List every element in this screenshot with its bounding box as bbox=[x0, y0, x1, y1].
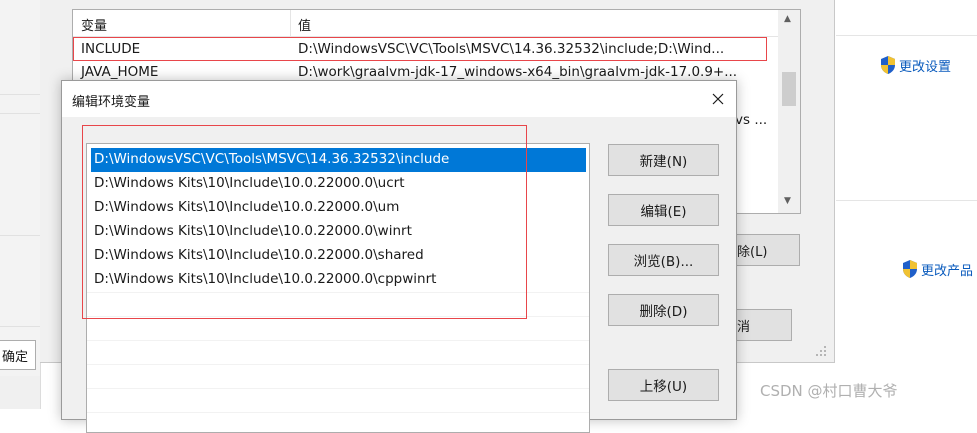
variable-value: D:\work\graalvm-jdk-17_windows-x64_bin\g… bbox=[298, 64, 738, 80]
path-entry-text: D:\Windows Kits\10\Include\10.0.22000.0\… bbox=[94, 223, 412, 239]
uac-shield-icon bbox=[903, 260, 917, 278]
path-entry[interactable]: D:\Windows Kits\10\Include\10.0.22000.0\… bbox=[91, 220, 586, 244]
change-settings-link[interactable]: 更改设置 bbox=[879, 55, 951, 75]
new-label: 新建(N) bbox=[639, 154, 688, 170]
path-entry-text: D:\Windows Kits\10\Include\10.0.22000.0\… bbox=[94, 271, 437, 287]
variable-name: INCLUDE bbox=[81, 41, 141, 57]
path-entry[interactable]: D:\WindowsVSC\VC\Tools\MSVC\14.36.32532\… bbox=[91, 148, 586, 172]
variables-scrollbar[interactable]: ▲ ▼ bbox=[778, 10, 800, 213]
watermark: CSDN @村口曹大爷 bbox=[760, 382, 898, 400]
scroll-down-icon[interactable]: ▼ bbox=[784, 196, 791, 206]
dialog-title: 编辑环境变量 bbox=[72, 95, 151, 110]
cancel-label: 消 bbox=[737, 319, 751, 335]
row-divider bbox=[87, 316, 589, 317]
variable-value: vs ... bbox=[735, 112, 768, 128]
path-entry[interactable]: D:\Windows Kits\10\Include\10.0.22000.0\… bbox=[91, 196, 586, 220]
scrollbar-thumb[interactable] bbox=[782, 72, 796, 106]
divider bbox=[0, 235, 40, 236]
system-ok-label: 确定 bbox=[2, 349, 29, 365]
divider bbox=[836, 35, 977, 36]
row-divider bbox=[87, 340, 589, 341]
edit-button[interactable]: 编辑(E) bbox=[608, 194, 719, 226]
row-divider bbox=[87, 292, 589, 293]
browse-label: 浏览(B)... bbox=[633, 254, 694, 270]
variable-row-include[interactable]: INCLUDE D:\WindowsVSC\VC\Tools\MSVC\14.3… bbox=[73, 37, 767, 61]
change-product-link[interactable]: 更改产品 bbox=[901, 259, 973, 279]
move-up-button[interactable]: 上移(U) bbox=[608, 369, 719, 401]
move-up-label: 上移(U) bbox=[639, 379, 688, 395]
delete-button[interactable]: 删除(D) bbox=[608, 294, 719, 326]
variable-value: D:\WindowsVSC\VC\Tools\MSVC\14.36.32532\… bbox=[298, 41, 725, 57]
scroll-up-icon[interactable]: ▲ bbox=[784, 14, 791, 24]
uac-shield-icon bbox=[881, 56, 895, 74]
divider bbox=[0, 326, 40, 327]
divider bbox=[0, 113, 40, 114]
path-entry[interactable]: D:\Windows Kits\10\Include\10.0.22000.0\… bbox=[91, 172, 586, 196]
close-button[interactable] bbox=[706, 87, 730, 111]
path-entry[interactable]: D:\Windows Kits\10\Include\10.0.22000.0\… bbox=[91, 244, 586, 268]
path-entries-list[interactable]: D:\WindowsVSC\VC\Tools\MSVC\14.36.32532\… bbox=[86, 143, 590, 433]
column-header-variable[interactable]: 变量 bbox=[81, 15, 107, 34]
divider bbox=[836, 200, 977, 201]
path-entry-text: D:\Windows Kits\10\Include\10.0.22000.0\… bbox=[94, 175, 405, 191]
row-divider bbox=[87, 388, 589, 389]
change-settings-label: 更改设置 bbox=[899, 59, 952, 75]
list-header: 变量 值 bbox=[73, 10, 781, 37]
column-header-value[interactable]: 值 bbox=[298, 15, 311, 34]
close-icon bbox=[712, 93, 724, 105]
path-entry-text: D:\WindowsVSC\VC\Tools\MSVC\14.36.32532\… bbox=[94, 151, 450, 167]
path-entry[interactable]: D:\Windows Kits\10\Include\10.0.22000.0\… bbox=[91, 268, 586, 292]
variable-name: JAVA_HOME bbox=[81, 64, 159, 80]
edit-environment-variable-dialog: 编辑环境变量 D:\WindowsVSC\VC\Tools\MSVC\14.36… bbox=[61, 80, 737, 433]
delete-label: 删除(D) bbox=[639, 304, 688, 320]
delete-variable-label: 除(L) bbox=[737, 244, 768, 260]
variable-row-partial[interactable]: vs ... bbox=[735, 109, 779, 133]
system-dialog-footer bbox=[0, 376, 40, 409]
divider bbox=[0, 94, 40, 95]
system-ok-button[interactable]: 确定 bbox=[0, 340, 36, 370]
resize-grip-icon[interactable] bbox=[812, 342, 828, 358]
dialog-titlebar[interactable]: 编辑环境变量 bbox=[62, 81, 736, 117]
path-entry-text: D:\Windows Kits\10\Include\10.0.22000.0\… bbox=[94, 199, 400, 215]
column-separator bbox=[290, 10, 291, 36]
new-button[interactable]: 新建(N) bbox=[608, 144, 719, 176]
path-entry-text: D:\Windows Kits\10\Include\10.0.22000.0\… bbox=[94, 247, 424, 263]
row-divider bbox=[87, 412, 589, 413]
browse-button[interactable]: 浏览(B)... bbox=[608, 244, 719, 276]
edit-label: 编辑(E) bbox=[640, 204, 687, 220]
row-divider bbox=[87, 364, 589, 365]
change-product-label: 更改产品 bbox=[921, 263, 974, 279]
